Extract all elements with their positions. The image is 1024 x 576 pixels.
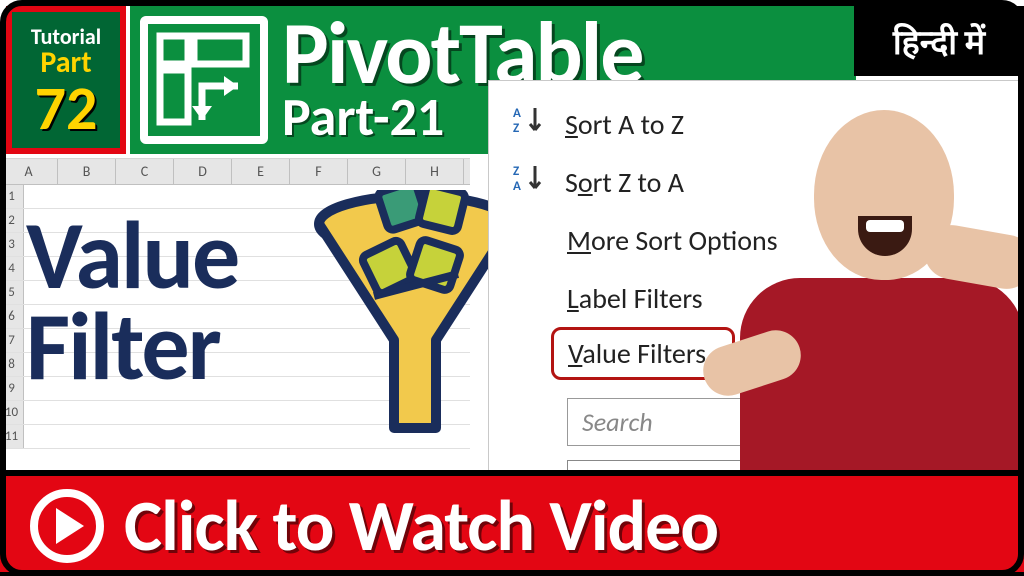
- row-header: 8: [0, 353, 24, 376]
- row-header: 6: [0, 305, 24, 328]
- col-header: C: [116, 159, 174, 184]
- svg-text:Z: Z: [513, 121, 520, 136]
- svg-text:A: A: [513, 106, 521, 121]
- pivot-table-icon: [140, 16, 268, 144]
- menu-label-label-filters: Label Filters: [567, 281, 703, 316]
- col-header: E: [232, 159, 290, 184]
- col-header: D: [174, 159, 232, 184]
- main-feature-title: Value Filter: [26, 210, 238, 392]
- sort-za-icon: ZA: [513, 162, 545, 202]
- language-badge-hindi: हिन्दी में: [854, 6, 1024, 76]
- sort-az-icon: AZ: [513, 104, 545, 144]
- col-header: A: [0, 159, 58, 184]
- col-header: F: [290, 159, 348, 184]
- row-header: 10: [0, 401, 24, 424]
- col-header: B: [58, 159, 116, 184]
- svg-text:Z: Z: [513, 164, 520, 179]
- menu-label-sort-az: Sort A to Z: [565, 107, 684, 142]
- row-header: 9: [0, 377, 24, 400]
- main-feature-line2: Filter: [26, 301, 238, 392]
- col-header: H: [406, 159, 464, 184]
- svg-text:A: A: [513, 179, 521, 194]
- menu-label-sort-za: Sort Z to A: [565, 165, 684, 200]
- presenter-photo: [694, 90, 1024, 490]
- cta-label: Click to Watch Video: [124, 482, 718, 570]
- row-header: 3: [0, 233, 24, 256]
- row-header: 7: [0, 329, 24, 352]
- row-header: 4: [0, 257, 24, 280]
- row-header: 1: [0, 185, 24, 208]
- row-header: 11: [0, 425, 24, 448]
- play-icon: [30, 489, 104, 563]
- tutorial-part-badge: Tutorial Part 72: [6, 6, 126, 154]
- row-header: 2: [0, 209, 24, 232]
- watch-video-button[interactable]: Click to Watch Video: [0, 470, 1024, 576]
- badge-number: 72: [35, 81, 98, 137]
- row-header: 5: [0, 281, 24, 304]
- col-header: G: [348, 159, 406, 184]
